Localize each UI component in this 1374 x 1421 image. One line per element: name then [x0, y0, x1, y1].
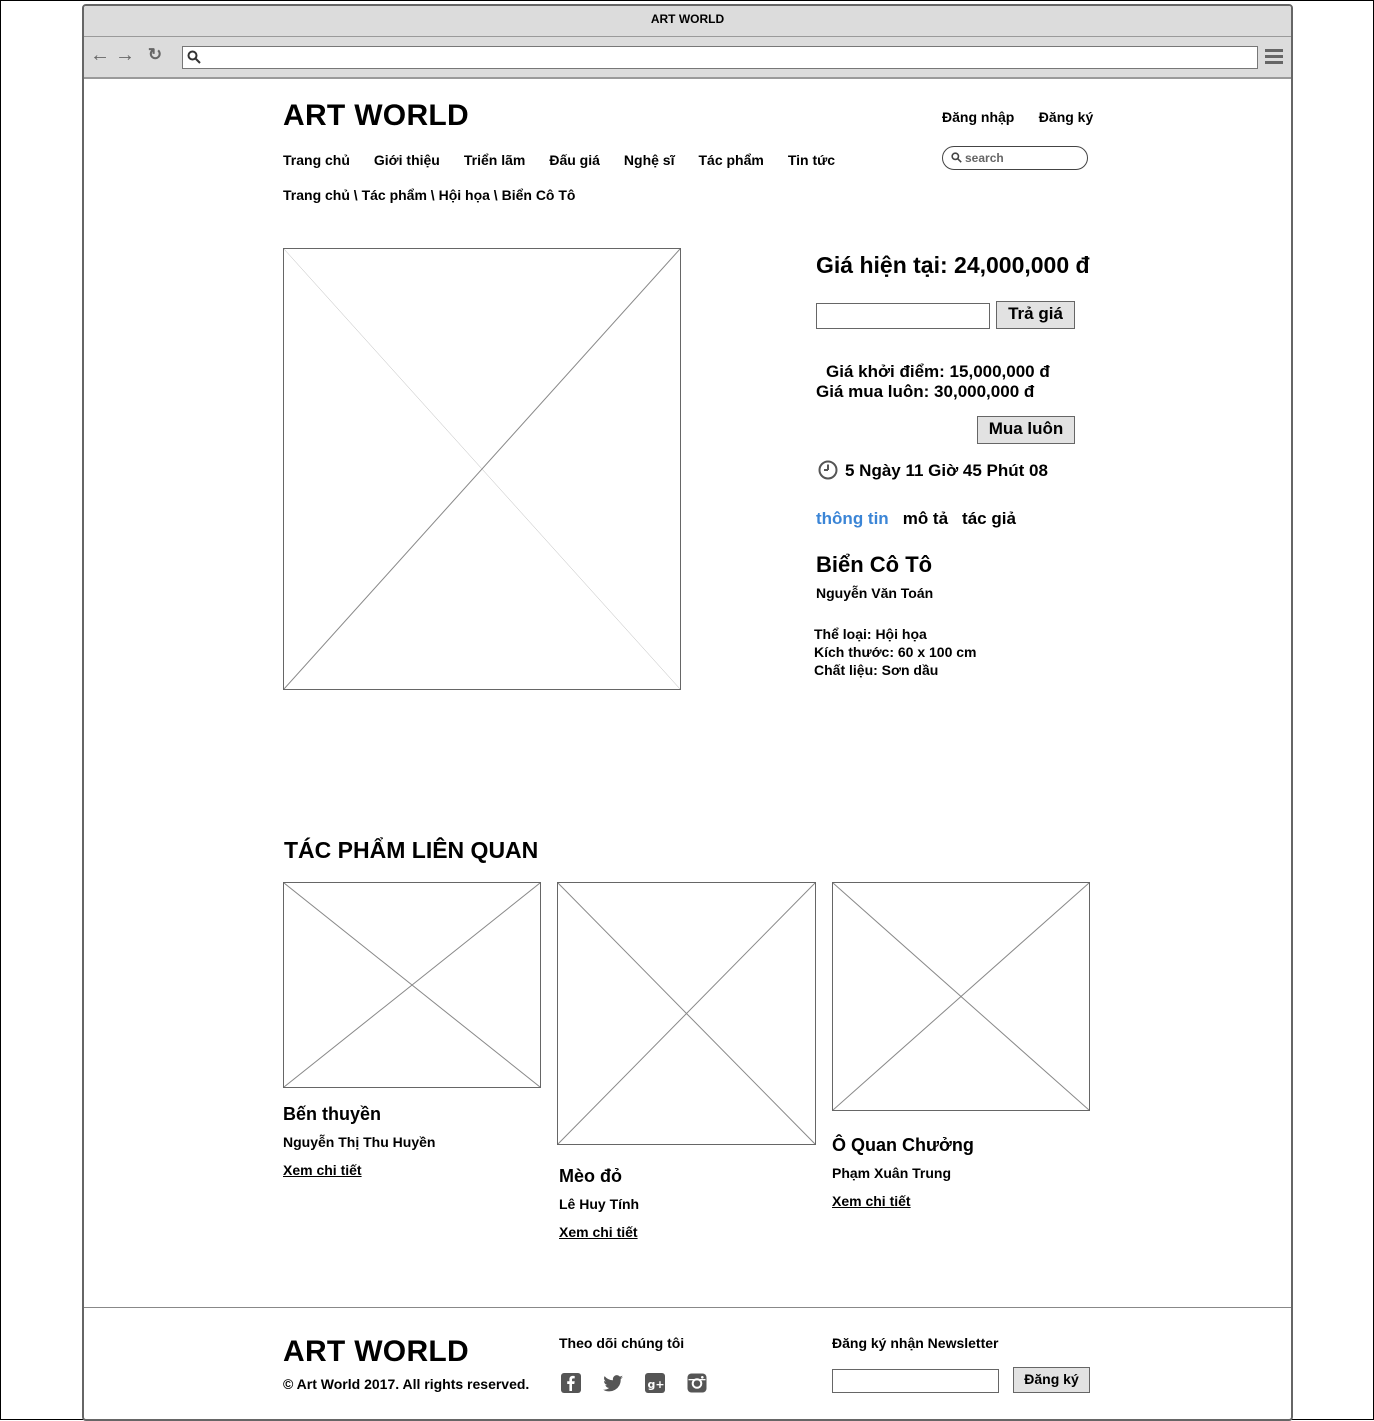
related-artist: Phạm Xuân Trung	[832, 1165, 952, 1181]
site-logo[interactable]: ART WORLD	[283, 99, 469, 133]
related-title: Mèo đỏ	[559, 1166, 622, 1186]
newsletter-label: Đăng ký nhận Newsletter	[832, 1335, 999, 1351]
page-content: ART WORLD Đăng nhập Đăng ký Trang chủ Giớ…	[84, 79, 1291, 1419]
browser-toolbar: ← → ↻	[84, 37, 1291, 79]
countdown-timer: 5 Ngày 11 Giờ 45 Phút 08	[845, 461, 1048, 480]
related-image[interactable]	[557, 882, 816, 1145]
newsletter-email-field[interactable]	[832, 1369, 999, 1393]
search-icon	[951, 152, 962, 163]
newsletter-subscribe-button[interactable]: Đăng ký	[1013, 1367, 1090, 1393]
hamburger-menu-icon[interactable]	[1265, 49, 1283, 67]
artwork-category: Thể loại: Hội họa	[814, 626, 927, 642]
tab-author[interactable]: tác giả	[962, 509, 1016, 528]
buy-now-price: Giá mua luôn: 30,000,000 đ	[816, 382, 1035, 401]
related-artist: Lê Huy Tính	[559, 1196, 640, 1212]
clock-icon	[818, 460, 838, 485]
copyright: © Art World 2017. All rights reserved.	[283, 1376, 530, 1392]
facebook-icon[interactable]	[560, 1372, 582, 1394]
info-tabs: thông tin mô tả tác giả	[816, 509, 1030, 529]
back-arrow-icon[interactable]: ←	[90, 45, 110, 65]
current-price: Giá hiện tại: 24,000,000 đ	[816, 252, 1090, 278]
related-image[interactable]	[283, 882, 541, 1088]
window-title: ART WORLD	[84, 6, 1291, 37]
artwork-size: Kích thước: 60 x 100 cm	[814, 644, 977, 660]
nav-item-artworks[interactable]: Tác phẩm	[698, 152, 763, 168]
related-image[interactable]	[832, 882, 1090, 1111]
auth-links: Đăng nhập Đăng ký	[922, 109, 1093, 127]
start-price: Giá khởi điểm: 15,000,000 đ	[826, 362, 1050, 381]
search-placeholder: search	[965, 151, 1004, 165]
bid-button[interactable]: Trả giá	[996, 301, 1075, 329]
forward-arrow-icon[interactable]: →	[115, 45, 135, 65]
bid-input[interactable]	[816, 303, 990, 329]
breadcrumb[interactable]: Trang chủ \ Tác phẩm \ Hội họa \ Biển Cô…	[283, 187, 575, 203]
instagram-icon[interactable]	[686, 1372, 708, 1394]
artwork-artist: Nguyễn Văn Toán	[816, 585, 934, 601]
search-icon	[187, 50, 201, 64]
browser-window: ART WORLD ← → ↻ ART WORLD Đăng nhập Đăng…	[82, 4, 1293, 1421]
related-title: Ô Quan Chưởng	[832, 1135, 974, 1155]
related-title: Bến thuyền	[283, 1104, 382, 1124]
svg-text:g+: g+	[648, 1378, 665, 1391]
nav-item-news[interactable]: Tin tức	[788, 152, 835, 168]
reload-icon[interactable]: ↻	[145, 45, 165, 65]
nav-item-auctions[interactable]: Đấu giá	[549, 152, 600, 168]
artwork-image	[283, 248, 681, 690]
social-icons: g+	[560, 1372, 728, 1399]
view-details-link[interactable]: Xem chi tiết	[832, 1193, 911, 1209]
nav-item-exhibitions[interactable]: Triển lãm	[464, 152, 525, 168]
register-link[interactable]: Đăng ký	[1039, 109, 1093, 125]
address-bar[interactable]	[182, 46, 1258, 69]
login-link[interactable]: Đăng nhập	[942, 109, 1014, 125]
search-input[interactable]: search	[942, 146, 1088, 170]
view-details-link[interactable]: Xem chi tiết	[283, 1162, 362, 1178]
footer-logo: ART WORLD	[283, 1335, 469, 1368]
view-details-link[interactable]: Xem chi tiết	[559, 1224, 638, 1240]
nav-item-home[interactable]: Trang chủ	[283, 152, 350, 168]
tab-info[interactable]: thông tin	[816, 509, 889, 528]
follow-us-label: Theo dõi chúng tôi	[559, 1335, 685, 1351]
twitter-icon[interactable]	[602, 1372, 624, 1394]
nav-item-artists[interactable]: Nghệ sĩ	[624, 152, 675, 168]
tab-description[interactable]: mô tả	[903, 509, 948, 528]
related-artist: Nguyễn Thị Thu Huyền	[283, 1134, 436, 1150]
buy-now-button[interactable]: Mua luôn	[977, 416, 1075, 444]
footer-divider	[84, 1307, 1291, 1308]
related-heading: TÁC PHẨM LIÊN QUAN	[284, 837, 539, 863]
google-plus-icon[interactable]: g+	[644, 1372, 666, 1394]
artwork-title: Biển Cô Tô	[816, 552, 933, 577]
artwork-material: Chất liệu: Sơn dầu	[814, 662, 939, 678]
main-nav: Trang chủ Giới thiệu Triển lãm Đấu giá Nghệ …	[283, 152, 859, 170]
nav-item-about[interactable]: Giới thiệu	[374, 152, 440, 168]
